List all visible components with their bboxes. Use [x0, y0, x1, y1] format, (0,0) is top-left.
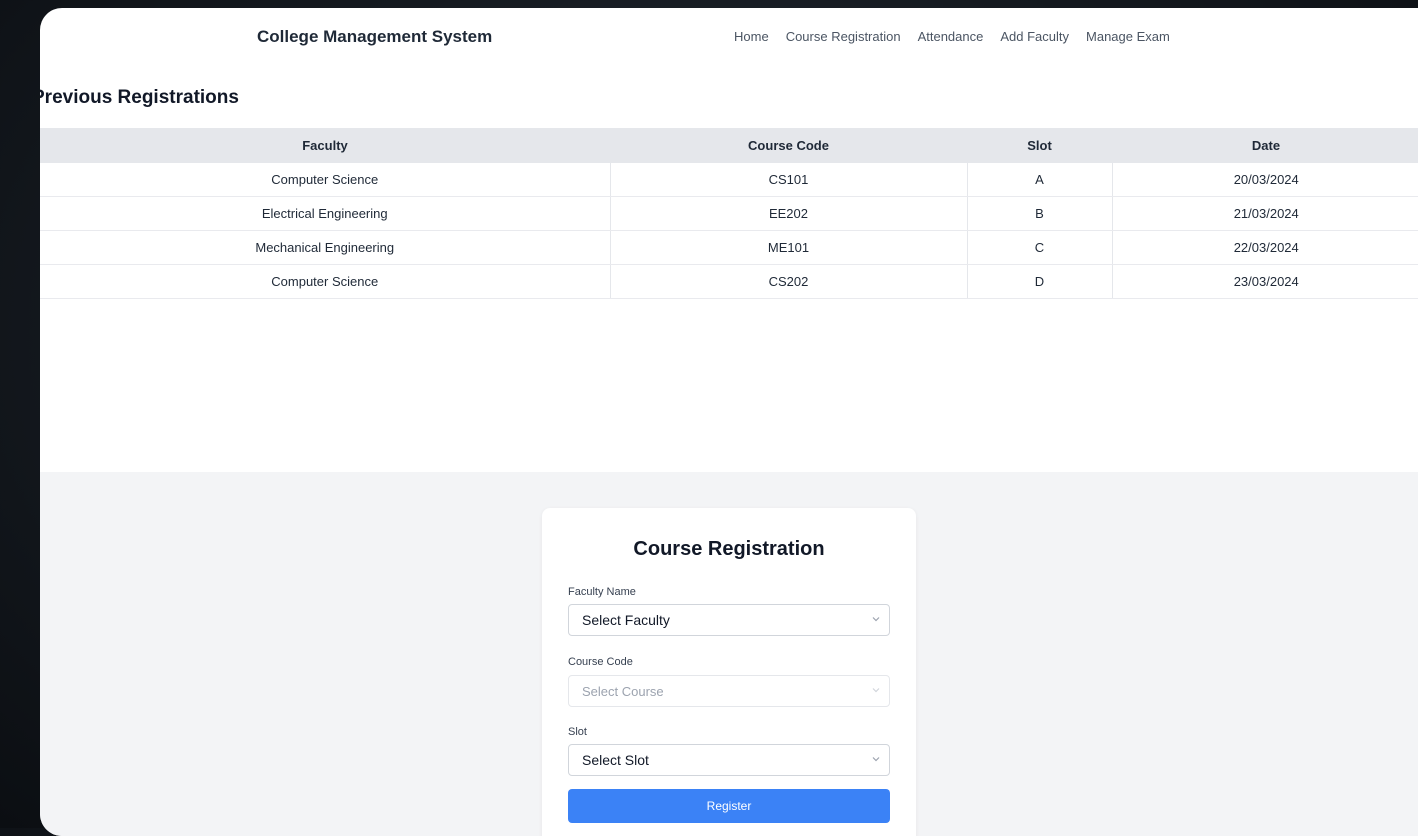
cell-faculty: Computer Science	[40, 163, 611, 197]
chevron-down-icon	[871, 614, 881, 624]
faculty-select[interactable]: Select Faculty	[568, 604, 890, 636]
chevron-down-icon	[871, 685, 881, 695]
cell-date: 23/03/2024	[1112, 264, 1418, 299]
cell-course-code: EE202	[610, 196, 968, 231]
nav-link-course-registration[interactable]: Course Registration	[786, 29, 901, 44]
table-row: Computer Science CS101 A 20/03/2024	[40, 163, 1418, 197]
cell-faculty: Electrical Engineering	[40, 196, 611, 231]
brand-title[interactable]: College Management System	[257, 27, 492, 47]
nav-link-home[interactable]: Home	[734, 29, 769, 44]
registrations-table: Faculty Course Code Slot Date Computer S…	[40, 128, 1418, 299]
previous-registrations-title: Previous Registrations	[40, 87, 239, 108]
course-code-label: Course Code	[568, 656, 633, 668]
cell-slot: A	[967, 163, 1113, 197]
register-button[interactable]: Register	[568, 789, 890, 823]
column-header-faculty: Faculty	[40, 128, 610, 163]
nav-link-add-faculty[interactable]: Add Faculty	[1000, 29, 1069, 44]
cell-course-code: ME101	[610, 230, 968, 265]
column-header-date: Date	[1112, 128, 1418, 163]
slot-select[interactable]: Select Slot	[568, 744, 890, 776]
table-row: Mechanical Engineering ME101 C 22/03/202…	[40, 230, 1418, 265]
cell-date: 21/03/2024	[1112, 196, 1418, 231]
cell-course-code: CS101	[610, 163, 968, 197]
chevron-down-icon	[871, 754, 881, 764]
column-header-slot: Slot	[967, 128, 1112, 163]
table-row: Electrical Engineering EE202 B 21/03/202…	[40, 196, 1418, 231]
cell-date: 22/03/2024	[1112, 230, 1418, 265]
faculty-select-value: Select Faculty	[582, 612, 670, 628]
app-window: College Management System Home Course Re…	[40, 8, 1418, 836]
cell-faculty: Computer Science	[40, 264, 611, 299]
nav-links: Home Course Registration Attendance Add …	[734, 29, 1187, 44]
cell-slot: C	[967, 230, 1113, 265]
table-row: Computer Science CS202 D 23/03/2024	[40, 264, 1418, 299]
nav-link-manage-exam[interactable]: Manage Exam	[1086, 29, 1170, 44]
cell-slot: D	[967, 264, 1113, 299]
faculty-name-label: Faculty Name	[568, 586, 636, 598]
navbar: College Management System Home Course Re…	[40, 8, 1418, 66]
table-header-row: Faculty Course Code Slot Date	[40, 128, 1418, 163]
course-select-value: Select Course	[582, 683, 664, 699]
nav-link-attendance[interactable]: Attendance	[918, 29, 984, 44]
form-title: Course Registration	[633, 538, 825, 560]
column-header-course-code: Course Code	[610, 128, 967, 163]
cell-faculty: Mechanical Engineering	[40, 230, 611, 265]
slot-select-value: Select Slot	[582, 752, 649, 768]
cell-date: 20/03/2024	[1112, 163, 1418, 197]
course-select: Select Course	[568, 675, 890, 707]
registration-card: Course Registration Faculty Name Select …	[542, 508, 916, 836]
slot-label: Slot	[568, 726, 587, 738]
cell-slot: B	[967, 196, 1113, 231]
cell-course-code: CS202	[610, 264, 968, 299]
